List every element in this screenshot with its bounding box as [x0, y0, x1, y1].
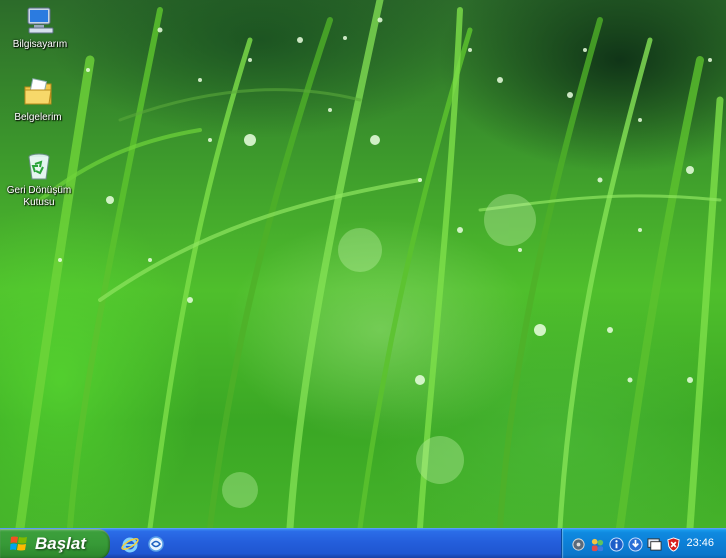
tray-people[interactable]: [589, 536, 605, 552]
start-label: Başlat: [35, 534, 87, 553]
wallpaper: [15, 0, 724, 528]
clock[interactable]: 23:46: [686, 537, 714, 549]
people-icon: [591, 538, 603, 551]
desktop-icon-my-computer[interactable]: Bilgisayarım: [2, 4, 78, 51]
tray-info[interactable]: [608, 536, 624, 552]
my-computer-icon: [27, 7, 54, 34]
taskbar: Başlat 23:46: [0, 528, 726, 558]
quick-launch-internet-explorer[interactable]: [120, 534, 140, 554]
desktop-icon-my-documents[interactable]: Belgelerim: [0, 77, 76, 124]
recycle-bin-icon: [28, 153, 50, 180]
tray-security[interactable]: [665, 536, 681, 552]
display-icon: [646, 537, 662, 551]
windows-flag-icon: [10, 536, 27, 551]
quick-launch: [120, 534, 166, 554]
internet-explorer-icon: [121, 537, 139, 553]
desktop-icon-label: Geri Dönüşüm Kutusu: [6, 185, 72, 208]
quick-launch-outlook-express[interactable]: [146, 534, 166, 554]
my-documents-icon: [24, 78, 52, 105]
tray-display[interactable]: [646, 536, 662, 552]
network-icon: [571, 537, 585, 551]
info-icon: [608, 536, 624, 552]
tray-network[interactable]: [570, 536, 586, 552]
security-shield-icon: [666, 536, 680, 552]
start-button[interactable]: Başlat: [0, 529, 110, 558]
desktop-icon-recycle-bin[interactable]: Geri Dönüşüm Kutusu: [1, 150, 77, 209]
tray-update[interactable]: [627, 536, 643, 552]
desktop-icon-label: Belgelerim: [14, 112, 62, 123]
update-icon: [627, 536, 643, 552]
desktop[interactable]: Bilgisayarım Belgelerim Geri Dönüşüm Kut…: [0, 0, 726, 528]
system-tray: 23:46: [561, 529, 726, 558]
outlook-express-icon: [148, 536, 164, 552]
desktop-icon-label: Bilgisayarım: [12, 39, 68, 50]
